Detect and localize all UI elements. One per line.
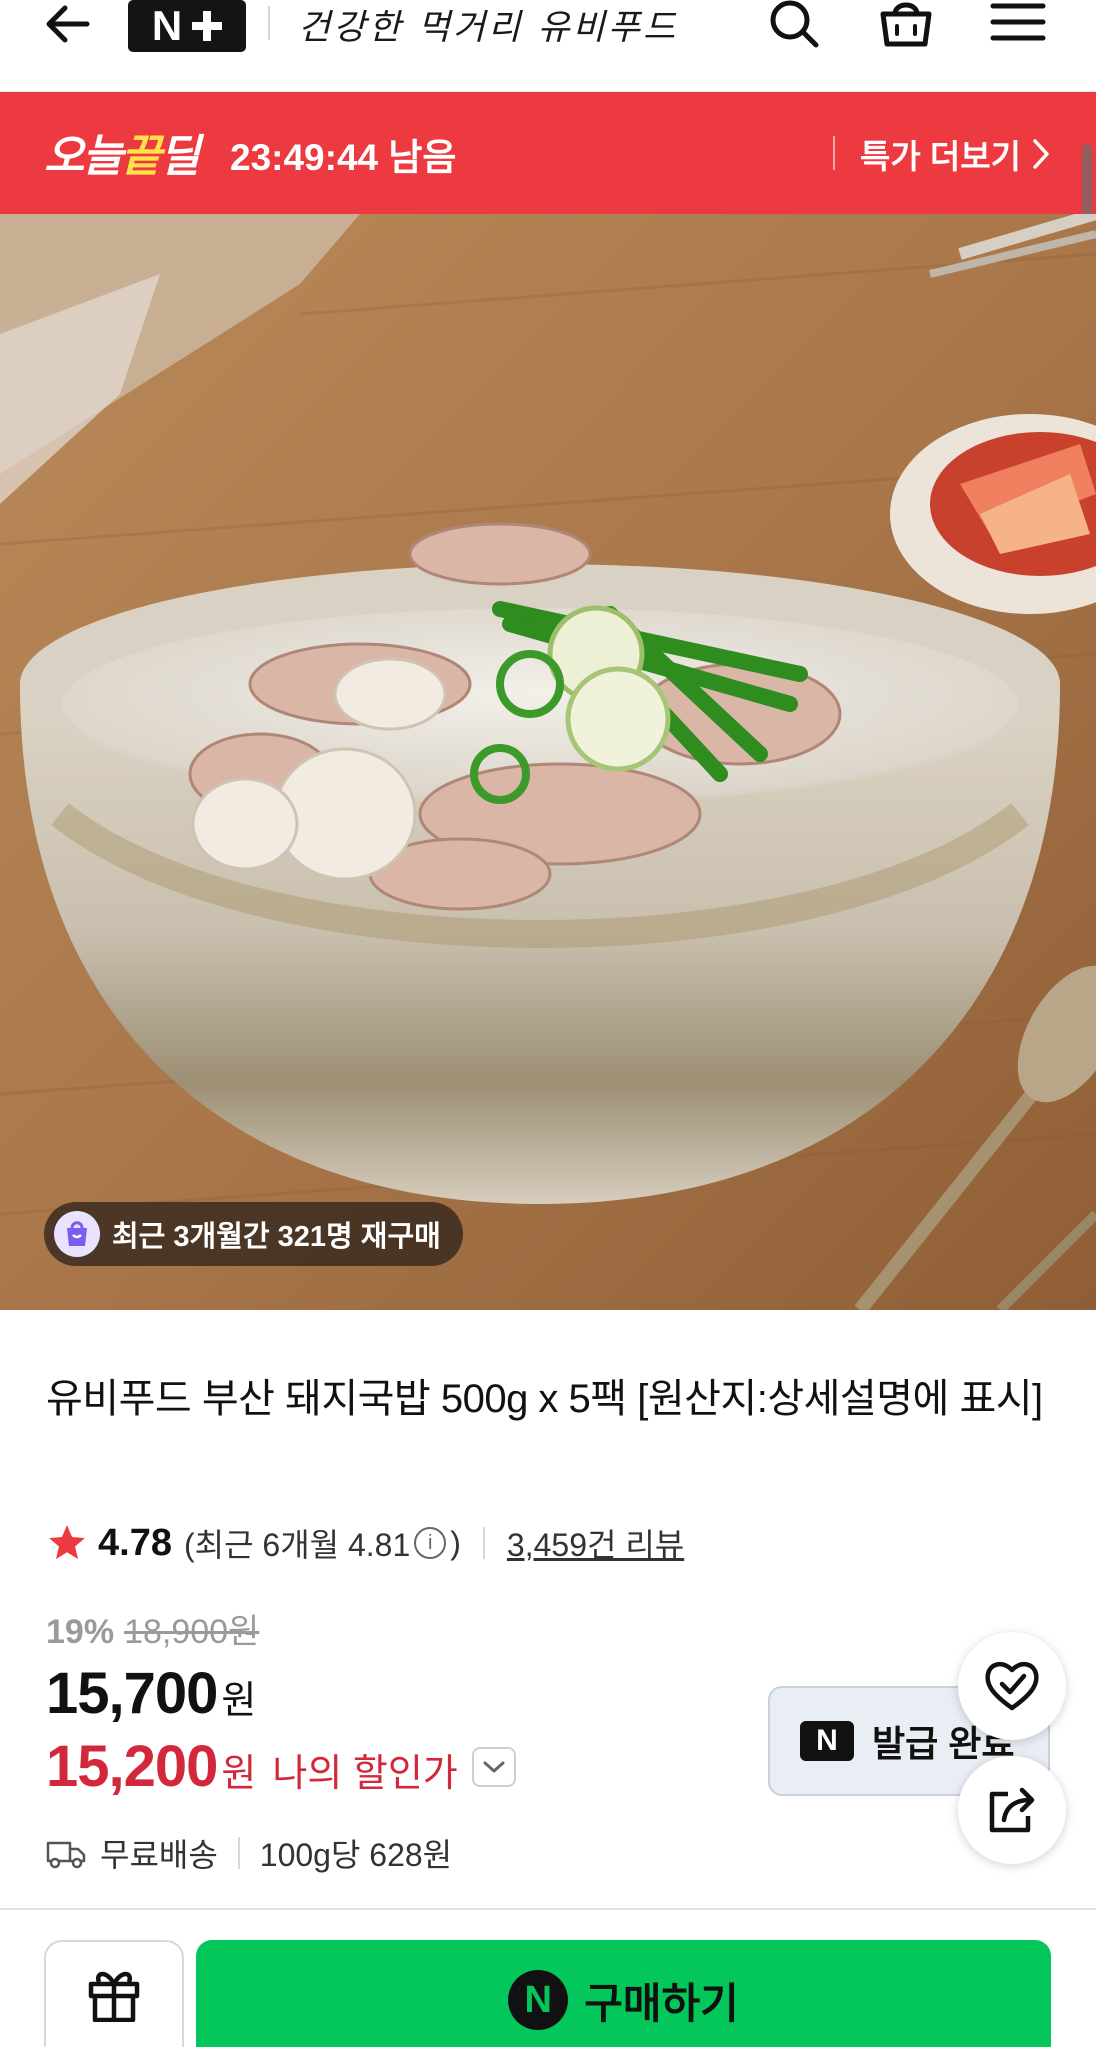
chevron-down-icon [483,1761,505,1772]
shopping-bag-icon [54,1211,100,1257]
more-deals-link[interactable]: 특가 더보기 [860,130,1051,178]
deal-countdown-timer: 23:49:44 남음 [230,137,457,178]
store-name[interactable]: 건강한 먹거리 유비푸드 [298,0,678,48]
gift-icon [88,1971,140,2022]
naver-pay-icon: N [508,1970,569,2030]
more-deals-label: 특가 더보기 [860,138,1021,175]
discount-percent: 19% [46,1613,115,1651]
product-image[interactable]: 최근 3개월간 321명 재구매 [0,214,1096,1310]
share-icon [989,1787,1035,1833]
my-price-unit: 원 [221,1753,257,1795]
sale-price-unit: 원 [221,1680,257,1722]
naver-plus-store-logo[interactable]: N [128,0,246,52]
naver-n-icon: N [800,1721,854,1761]
header-divider [268,6,270,40]
buy-now-button[interactable]: N 구매하기 [196,1940,1051,2047]
my-price-value: 15,200 [46,1734,218,1799]
sale-price: 15,700 원 [46,1660,256,1727]
cart-button[interactable] [874,0,938,48]
plus-icon [192,11,223,41]
share-button[interactable] [958,1756,1066,1864]
delivery-truck-icon [46,1841,86,1869]
info-icon[interactable]: i [414,1527,447,1559]
menu-button[interactable] [986,0,1050,48]
deal-logo-highlight: 끝 [120,132,162,181]
my-discount-price: 15,200 원 나의 할인가 [46,1733,516,1800]
original-price: 18,900원 [124,1613,260,1651]
back-arrow-icon [46,5,90,43]
rating-score: 4.78 [98,1521,172,1564]
cart-icon [880,2,932,47]
search-icon [770,0,819,48]
sale-price-value: 15,700 [46,1661,218,1726]
star-icon [49,1525,85,1560]
discount-row: 19% 18,900원 [46,1604,259,1653]
today-deal-logo: 오늘끝딜 [44,120,200,184]
today-deal-banner[interactable]: 오늘끝딜 23:49:44 남음 특가 더보기 [0,92,1096,294]
search-button[interactable] [762,0,826,48]
wishlist-button[interactable] [958,1632,1066,1740]
recent-rating-close: ) [450,1524,461,1561]
shipping-text: 무료배송 [100,1837,218,1873]
buy-label: 구매하기 [584,1980,739,2027]
delivery-row: 무료배송 100g당 628원 [46,1828,452,1878]
expand-discount-button[interactable] [471,1746,516,1787]
logo-letter: N [151,2,183,49]
chevron-right-icon [1033,139,1049,169]
rating-row: 4.78 (최근 6개월 4.81 i ) 3,459건 리뷰 [46,1518,684,1568]
gift-button[interactable] [44,1940,184,2047]
deal-divider [833,136,835,170]
rating-divider [482,1527,485,1559]
review-count-link[interactable]: 3,459건 리뷰 [507,1520,684,1566]
top-navigation-bar: N 건강한 먹거리 유비푸드 [0,0,1096,92]
deal-logo-suffix: 딜 [159,132,200,181]
deal-logo-prefix: 오늘 [44,132,123,181]
my-price-label: 나의 할인가 [272,1753,458,1795]
heart-check-icon [985,1661,1039,1711]
purchase-bar: N 구매하기 [0,1908,1096,2047]
product-title: 유비푸드 부산 돼지국밥 500g x 5팩 [원산지:상세설명에 표시] [46,1377,1043,1421]
unit-price-text: 100g당 628원 [259,1837,453,1873]
repurchase-badge: 최근 3개월간 321명 재구매 [44,1202,463,1266]
back-button[interactable] [38,0,96,48]
menu-icon [990,3,1046,41]
delivery-divider [237,1837,240,1869]
repurchase-text: 최근 3개월간 321명 재구매 [112,1221,441,1253]
pork-soup-photo [0,214,1096,1310]
product-info: 유비푸드 부산 돼지국밥 500g x 5팩 [원산지:상세설명에 표시] 4.… [0,1310,1096,1910]
recent-rating-text: (최근 6개월 4.81 [183,1527,411,1563]
